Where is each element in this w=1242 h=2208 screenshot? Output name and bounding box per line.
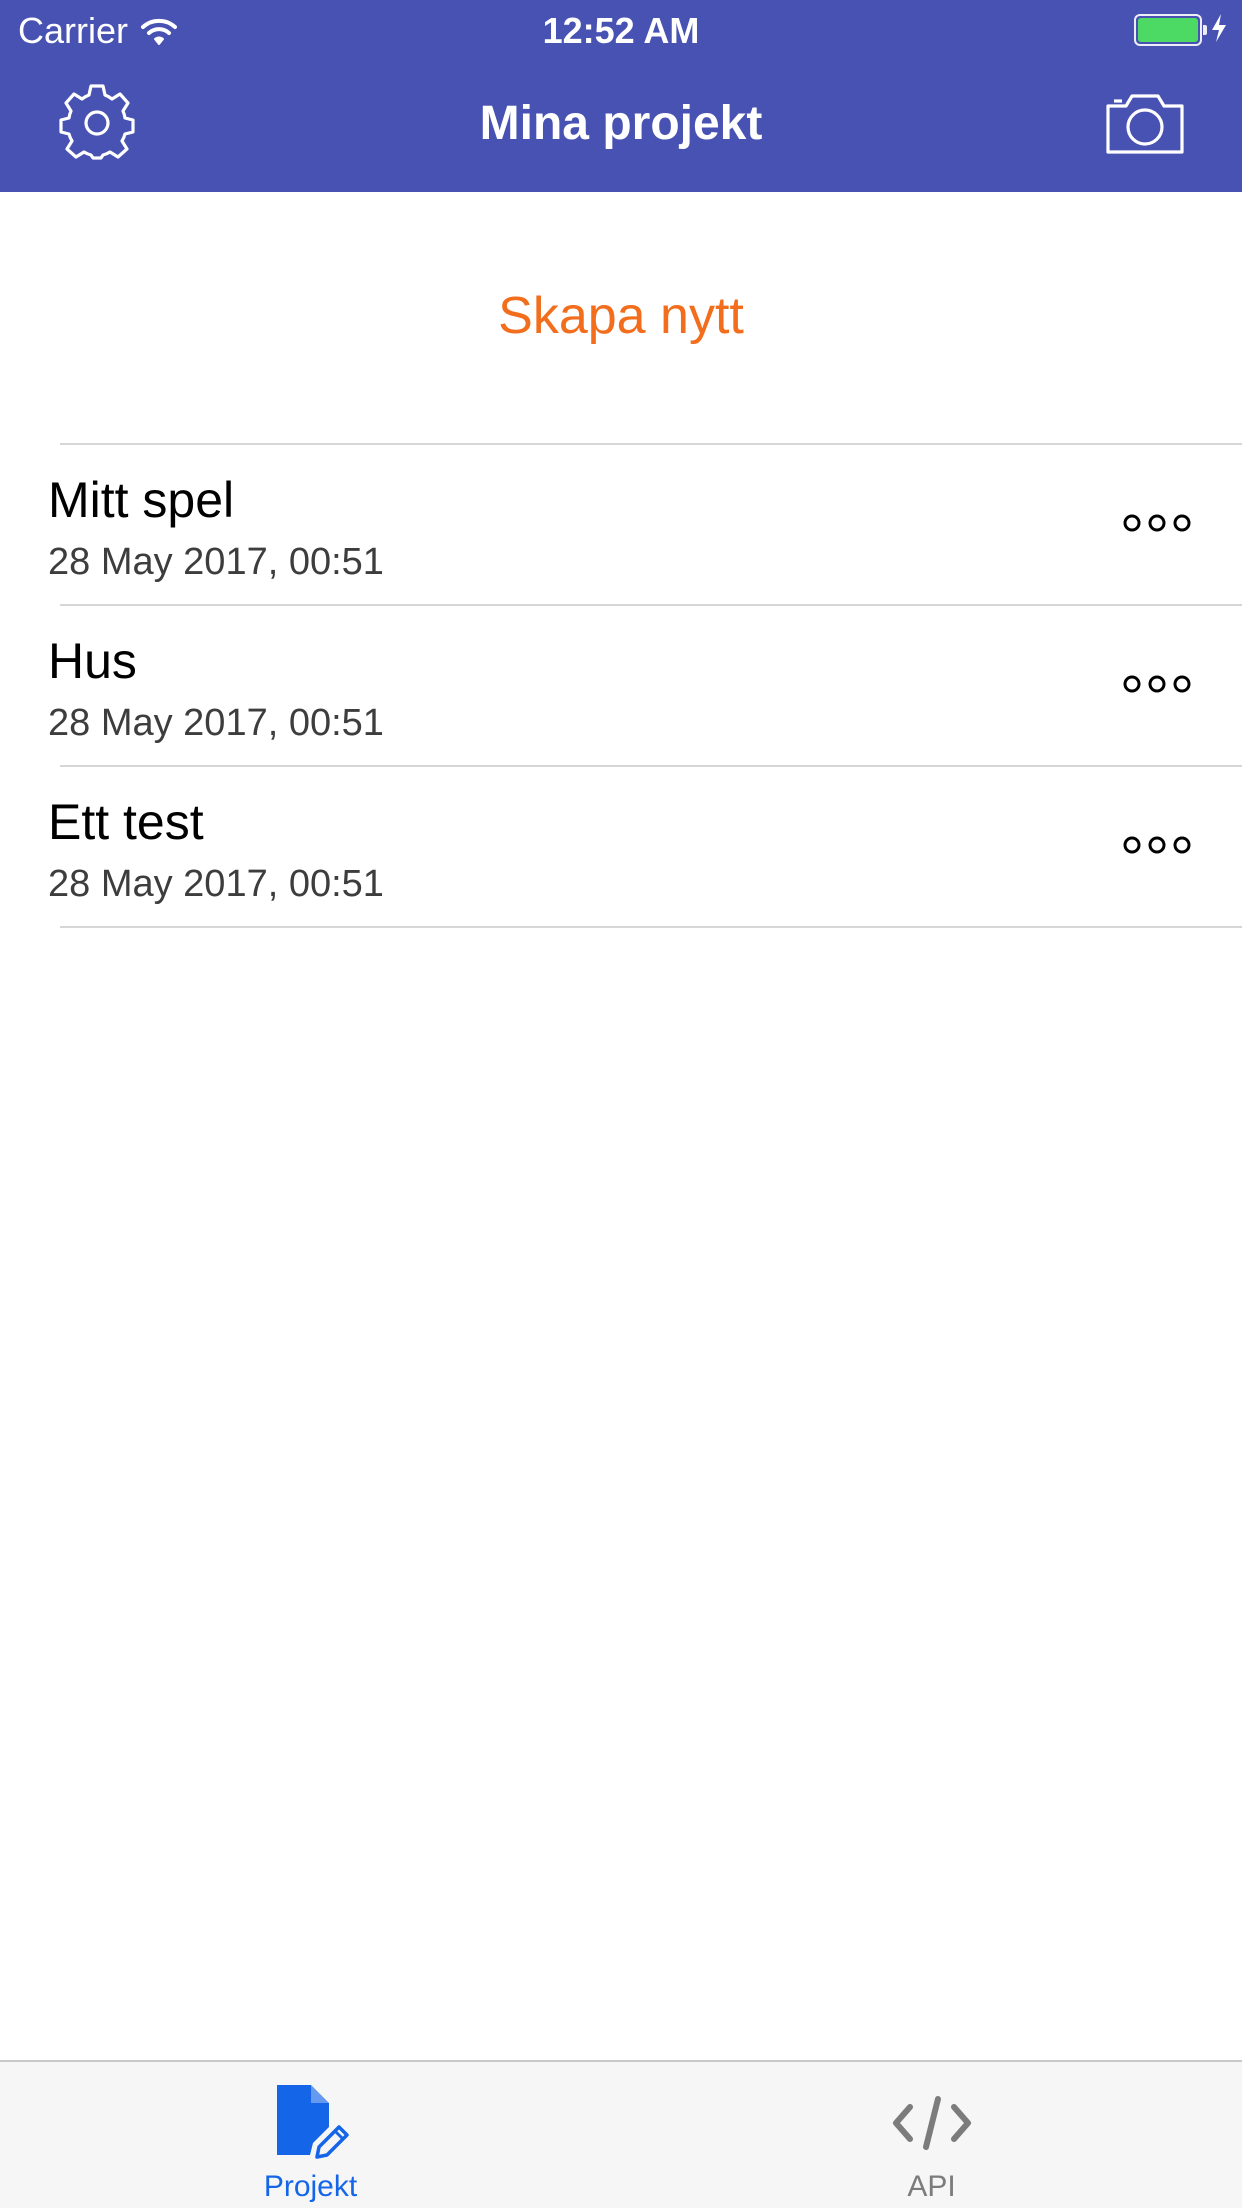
list-divider [60, 926, 1242, 928]
more-options-button[interactable] [1120, 497, 1194, 549]
status-time: 12:52 AM [542, 10, 700, 51]
project-name: Mitt spel [48, 472, 235, 528]
battery-level [1138, 18, 1198, 42]
project-date: 28 May 2017, 00:51 [48, 541, 384, 583]
list-item[interactable]: Hus 28 May 2017, 00:51 [0, 606, 1242, 765]
project-name: Ett test [48, 794, 204, 850]
create-new-button[interactable]: Skapa nytt [0, 276, 1242, 356]
code-icon [887, 2078, 977, 2168]
document-edit-icon [266, 2078, 356, 2168]
camera-icon [1104, 90, 1186, 161]
project-date: 28 May 2017, 00:51 [48, 863, 384, 905]
more-icon [1123, 836, 1191, 854]
tab-bar: Projekt API [0, 2060, 1242, 2208]
battery-icon [1134, 14, 1207, 46]
tab-projekt[interactable]: Projekt [0, 2062, 621, 2208]
camera-button[interactable] [1100, 80, 1190, 170]
more-options-button[interactable] [1120, 658, 1194, 710]
tab-label: Projekt [263, 2170, 358, 2203]
tab-label: API [907, 2170, 956, 2203]
status-battery [1134, 12, 1228, 48]
app-screen: Carrier 12:52 AM Mina projekt Skapa nytt… [0, 0, 1242, 2208]
more-icon [1123, 514, 1191, 532]
project-list: Mitt spel 28 May 2017, 00:51 Hus 28 May … [0, 443, 1242, 928]
list-item[interactable]: Ett test 28 May 2017, 00:51 [0, 767, 1242, 926]
list-item[interactable]: Mitt spel 28 May 2017, 00:51 [0, 445, 1242, 604]
top-bar: Carrier 12:52 AM Mina projekt [0, 0, 1242, 192]
project-date: 28 May 2017, 00:51 [48, 702, 384, 744]
tab-api[interactable]: API [621, 2062, 1242, 2208]
page-title: Mina projekt [479, 97, 763, 150]
more-icon [1123, 675, 1191, 693]
more-options-button[interactable] [1120, 819, 1194, 871]
charging-bolt-icon [1210, 13, 1228, 48]
project-name: Hus [48, 633, 137, 689]
